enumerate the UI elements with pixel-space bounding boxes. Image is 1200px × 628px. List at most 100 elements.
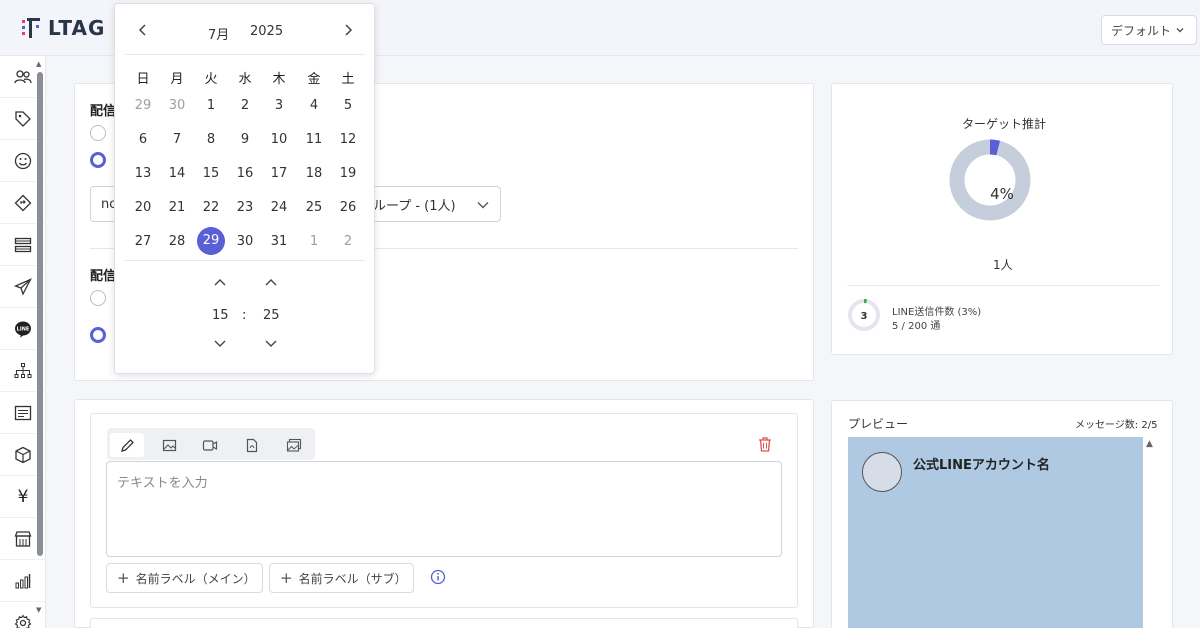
delete-message-button[interactable] [757, 436, 773, 457]
hour-value[interactable]: 15 [212, 308, 229, 323]
calendar-day[interactable]: 7 [162, 127, 192, 153]
info-icon [430, 569, 446, 585]
calendar-day[interactable]: 22 [196, 195, 226, 221]
add-name-label-sub-button[interactable]: + 名前ラベル（サブ） [269, 563, 414, 593]
delivery-time-radio-scheduled[interactable] [90, 327, 106, 343]
info-button[interactable] [430, 569, 446, 589]
calendar-day[interactable]: 2 [333, 229, 363, 255]
diamond-arrow-icon [14, 194, 32, 211]
calendar-day[interactable]: 21 [162, 195, 192, 221]
delivery-time-label: 配信 [90, 269, 117, 284]
calendar-day[interactable]: 29 [128, 93, 158, 119]
trash-icon [759, 437, 771, 452]
text-type-button[interactable] [110, 433, 144, 457]
calendar-day[interactable]: 23 [230, 195, 260, 221]
org-chart-icon [14, 362, 32, 378]
line-icon: LINE [15, 321, 31, 337]
scroll-up-arrow-icon[interactable]: ▲ [36, 60, 41, 68]
calendar-day-selected[interactable]: 29 [197, 227, 225, 255]
image-type-button[interactable] [152, 433, 186, 457]
calendar-day[interactable]: 15 [196, 161, 226, 187]
add-name-label-main-button[interactable]: + 名前ラベル（メイン） [106, 563, 263, 593]
video-type-button[interactable] [193, 433, 227, 457]
scroll-down-arrow-icon[interactable]: ▼ [36, 606, 41, 614]
calendar-day[interactable]: 8 [196, 127, 226, 153]
line-count-badge: 3 [861, 311, 868, 322]
next-month-button[interactable] [342, 22, 354, 41]
line-count-ring: 3 [848, 299, 880, 331]
calendar-day[interactable]: 28 [162, 229, 192, 255]
minute-decrement-button[interactable] [261, 338, 281, 353]
calendar-day[interactable]: 1 [196, 93, 226, 119]
calendar-day[interactable]: 14 [162, 161, 192, 187]
hour-decrement-button[interactable] [210, 338, 230, 353]
calendar-day[interactable]: 9 [230, 127, 260, 153]
calendar-day[interactable]: 18 [299, 161, 329, 187]
line-count-sub: 5 / 200 通 [892, 321, 941, 332]
calendar-day[interactable]: 31 [264, 229, 294, 255]
weekday-label: 土 [341, 72, 355, 87]
weekday-label: 火 [204, 72, 218, 87]
minute-value[interactable]: 25 [263, 308, 280, 323]
gallery-type-button[interactable] [277, 433, 311, 457]
account-name: 公式LINEアカウント名 [913, 458, 1050, 473]
calendar-month[interactable]: 7月 [208, 24, 229, 43]
calendar-day[interactable]: 10 [264, 127, 294, 153]
weekday-label: 日 [136, 72, 150, 87]
calendar-day[interactable]: 27 [128, 229, 158, 255]
calendar-day[interactable]: 16 [230, 161, 260, 187]
video-icon [202, 439, 218, 451]
target-estimate-title: ターゲット推計 [962, 117, 1047, 131]
hour-increment-button[interactable] [210, 276, 230, 291]
donut-percent-label: 4% [990, 185, 1014, 203]
calendar-day[interactable]: 5 [333, 93, 363, 119]
chevron-up-icon [265, 279, 277, 286]
calendar-day[interactable]: 25 [299, 195, 329, 221]
calendar-day[interactable]: 11 [299, 127, 329, 153]
weekday-label: 木 [272, 72, 286, 87]
smile-icon [14, 152, 32, 169]
logo-mark-icon [22, 18, 40, 38]
pencil-icon [120, 438, 134, 452]
calendar-day[interactable]: 6 [128, 127, 158, 153]
calendar-day[interactable]: 3 [264, 93, 294, 119]
calendar-day[interactable]: 4 [299, 93, 329, 119]
chevron-down-icon [265, 340, 277, 347]
chevron-down-icon [214, 340, 226, 347]
calendar-day[interactable]: 30 [230, 229, 260, 255]
preview-scroll-up-icon[interactable]: ▲ [1146, 439, 1153, 449]
calendar-day[interactable]: 2 [230, 93, 260, 119]
plus-icon: + [280, 569, 293, 587]
calendar-day[interactable]: 20 [128, 195, 158, 221]
donut-track [949, 139, 1031, 221]
file-type-button[interactable] [235, 433, 269, 457]
sidebar-scrollbar-thumb[interactable] [37, 72, 43, 556]
message-icon [14, 405, 32, 420]
calendar-day[interactable]: 1 [299, 229, 329, 255]
calendar-day[interactable]: 30 [162, 93, 192, 119]
calendar-year[interactable]: 2025 [250, 24, 283, 39]
calendar-day[interactable]: 12 [333, 127, 363, 153]
sidebar-item-analytics[interactable] [0, 560, 46, 602]
calendar-day[interactable]: 17 [264, 161, 294, 187]
card-stack-icon [14, 237, 32, 252]
calendar-day[interactable]: 13 [128, 161, 158, 187]
minute-increment-button[interactable] [261, 276, 281, 291]
weekday-label: 金 [307, 72, 321, 87]
chevron-right-icon [345, 24, 353, 36]
calendar-day[interactable]: 24 [264, 195, 294, 221]
logo[interactable]: LTAG [20, 16, 105, 40]
target-donut-chart: 4% [949, 139, 1031, 221]
chevron-up-icon [214, 279, 226, 286]
weekday-label: 水 [238, 72, 252, 87]
chevron-down-icon [477, 202, 489, 209]
message-text-input[interactable]: テキストを入力 [106, 461, 782, 557]
delivery-target-radio-all[interactable] [90, 125, 106, 141]
prev-month-button[interactable] [137, 22, 149, 41]
calendar-day[interactable]: 26 [333, 195, 363, 221]
plus-icon: + [117, 569, 130, 587]
calendar-day[interactable]: 19 [333, 161, 363, 187]
delivery-target-radio-filter[interactable] [90, 152, 106, 168]
delivery-time-radio-now[interactable] [90, 290, 106, 306]
view-select[interactable]: デフォルト [1101, 15, 1197, 45]
